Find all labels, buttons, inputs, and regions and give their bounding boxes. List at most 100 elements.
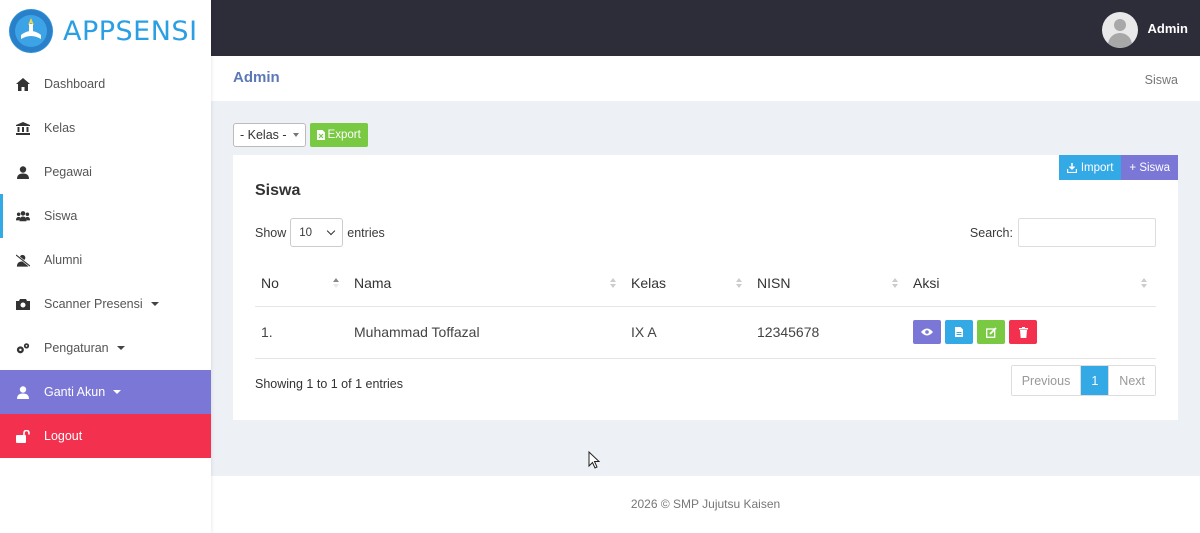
file-excel-icon bbox=[316, 130, 325, 140]
sidebar-item-ganti-akun[interactable]: Ganti Akun bbox=[0, 370, 211, 414]
sidebar-item-scanner-presensi[interactable]: Scanner Presensi bbox=[0, 282, 211, 326]
entries-select[interactable]: 10 bbox=[290, 218, 344, 247]
sidebar-item-label: Kelas bbox=[44, 121, 76, 135]
edit-button[interactable] bbox=[977, 320, 1005, 344]
detail-button[interactable] bbox=[945, 320, 973, 344]
user-menu-label[interactable]: Admin bbox=[1148, 21, 1188, 36]
card-title: Siswa bbox=[255, 182, 301, 199]
add-siswa-label: + Siswa bbox=[1129, 161, 1170, 174]
breadcrumb-current: Siswa bbox=[1144, 73, 1178, 87]
column-header-label: NISN bbox=[757, 275, 791, 292]
card-actions: Import + Siswa bbox=[1058, 155, 1178, 180]
import-label: Import bbox=[1080, 161, 1114, 174]
home-icon bbox=[16, 77, 30, 91]
sidebar-item-label: Alumni bbox=[44, 253, 83, 267]
caret-down-icon bbox=[113, 390, 122, 394]
import-button[interactable]: Import bbox=[1058, 155, 1122, 180]
edit-icon bbox=[985, 326, 997, 338]
sidebar-item-siswa[interactable]: Siswa bbox=[0, 194, 211, 238]
siswa-card: Import + Siswa Siswa Show 10 entries Sea… bbox=[233, 155, 1178, 420]
view-button[interactable] bbox=[913, 320, 941, 344]
eye-icon bbox=[921, 328, 933, 336]
column-header-nama[interactable]: Nama bbox=[348, 261, 625, 307]
search-label: Search: bbox=[969, 225, 1013, 240]
table-search: Search: bbox=[970, 218, 1156, 247]
add-siswa-button[interactable]: + Siswa bbox=[1121, 155, 1178, 180]
entries-length-control: Show 10 entries bbox=[255, 218, 385, 247]
sidebar-item-label: Ganti Akun bbox=[44, 385, 106, 399]
caret-down-icon bbox=[292, 133, 299, 137]
column-header-label: Aksi bbox=[913, 275, 940, 292]
file-icon bbox=[955, 327, 963, 337]
column-header-label: No bbox=[261, 275, 279, 292]
cell-nisn: 12345678 bbox=[751, 306, 907, 359]
column-header-label: Nama bbox=[354, 275, 392, 292]
sidebar-nav: Dashboard Kelas Pegawai Siswa Alumni Sca… bbox=[0, 62, 211, 458]
cell-aksi bbox=[907, 306, 1156, 359]
entries-label: entries bbox=[347, 225, 385, 240]
gears-icon bbox=[16, 341, 30, 355]
sidebar-item-label: Siswa bbox=[44, 209, 78, 223]
search-input[interactable] bbox=[1018, 218, 1156, 247]
entries-value: 10 bbox=[299, 226, 313, 239]
sidebar: APPSENSI Dashboard Kelas Pegawai Siswa A… bbox=[0, 0, 211, 533]
cell-nama: Muhammad Toffazal bbox=[348, 306, 625, 359]
row-actions bbox=[913, 320, 1156, 344]
pagination: Previous 1 Next bbox=[1010, 365, 1156, 396]
column-header-no[interactable]: No bbox=[255, 261, 348, 307]
sort-icon bbox=[1140, 278, 1148, 290]
logo-icon bbox=[9, 9, 53, 53]
delete-button[interactable] bbox=[1009, 320, 1037, 344]
pagination-page-1[interactable]: 1 bbox=[1081, 366, 1109, 395]
pagination-next[interactable]: Next bbox=[1108, 366, 1155, 395]
column-header-nisn[interactable]: NISN bbox=[751, 261, 907, 307]
sidebar-item-pegawai[interactable]: Pegawai bbox=[0, 150, 211, 194]
camera-icon bbox=[16, 297, 30, 311]
show-label: Show bbox=[255, 225, 287, 240]
sidebar-item-label: Pengaturan bbox=[44, 341, 109, 355]
main-content: - Kelas - Export Import + Siswa Siswa Sh… bbox=[211, 101, 1200, 476]
chevron-down-icon bbox=[327, 226, 336, 236]
sort-icon bbox=[609, 278, 617, 290]
kelas-select-value: - Kelas - bbox=[240, 128, 287, 142]
user-icon bbox=[16, 385, 30, 399]
brand-name: APPSENSI bbox=[63, 15, 198, 47]
column-header-kelas[interactable]: Kelas bbox=[625, 261, 751, 307]
siswa-table: No Nama Kelas NISN Aksi 1. Muhammad Toff… bbox=[255, 261, 1156, 359]
table-row: 1. Muhammad Toffazal IX A 12345678 bbox=[255, 306, 1156, 359]
download-icon bbox=[1066, 162, 1077, 173]
filter-bar: - Kelas - Export bbox=[233, 123, 368, 147]
sort-icon bbox=[332, 278, 340, 290]
kelas-select[interactable]: - Kelas - bbox=[233, 123, 306, 147]
table-header-row: No Nama Kelas NISN Aksi bbox=[255, 261, 1156, 307]
sidebar-item-alumni[interactable]: Alumni bbox=[0, 238, 211, 282]
trash-icon bbox=[1018, 326, 1028, 338]
sidebar-item-label: Pegawai bbox=[44, 165, 92, 179]
caret-down-icon bbox=[150, 302, 159, 306]
sidebar-item-kelas[interactable]: Kelas bbox=[0, 106, 211, 150]
sidebar-item-label: Dashboard bbox=[44, 77, 106, 91]
caret-down-icon bbox=[116, 346, 125, 350]
page-title: Admin bbox=[233, 69, 280, 86]
breadcrumb: Admin Siswa bbox=[211, 56, 1200, 101]
sidebar-item-pengaturan[interactable]: Pengaturan bbox=[0, 326, 211, 370]
export-label: Export bbox=[327, 129, 361, 141]
sort-icon bbox=[735, 278, 743, 290]
building-columns-icon bbox=[16, 121, 30, 135]
pagination-previous[interactable]: Previous bbox=[1011, 366, 1082, 395]
users-icon bbox=[16, 209, 30, 223]
mouse-pointer-icon bbox=[588, 450, 601, 472]
footer-text: 2026 © SMP Jujutsu Kaisen bbox=[630, 497, 781, 511]
topbar: Admin bbox=[211, 0, 1200, 56]
export-button[interactable]: Export bbox=[309, 123, 368, 147]
column-header-aksi[interactable]: Aksi bbox=[907, 261, 1156, 307]
avatar[interactable] bbox=[1102, 12, 1138, 48]
unlock-icon bbox=[16, 429, 30, 443]
sidebar-item-logout[interactable]: Logout bbox=[0, 414, 211, 458]
user-slash-icon bbox=[16, 253, 30, 267]
column-header-label: Kelas bbox=[631, 275, 667, 292]
table-info: Showing 1 to 1 of 1 entries bbox=[255, 377, 404, 391]
sort-icon bbox=[891, 278, 899, 290]
sidebar-item-dashboard[interactable]: Dashboard bbox=[0, 62, 211, 106]
brand[interactable]: APPSENSI bbox=[0, 0, 211, 62]
